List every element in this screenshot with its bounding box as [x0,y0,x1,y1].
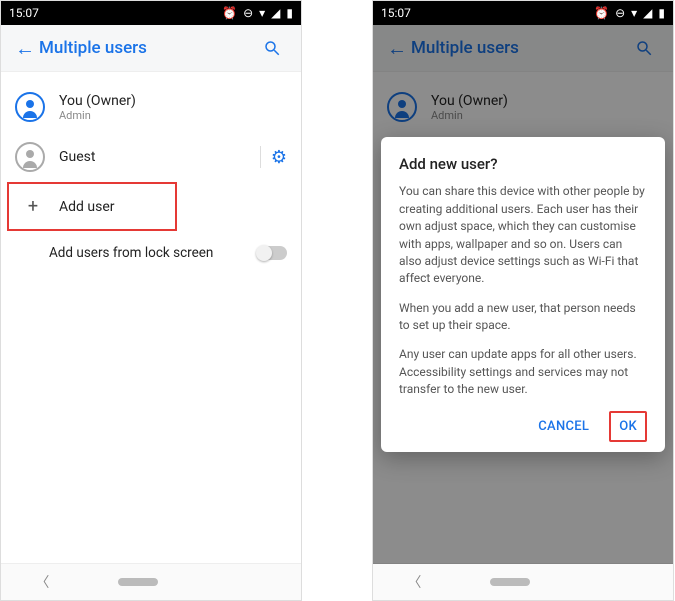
user-row-owner[interactable]: You (Owner) Admin [1,82,301,132]
app-bar: ← Multiple users [1,25,301,72]
dialog-body-3: Any user can update apps for all other u… [399,346,647,398]
wifi-icon: ▾ [631,6,637,20]
phone-right: 15:07 ⏰ ⊖ ▾ ◢ ▮ ← Multiple users You (Ow… [372,0,674,601]
nav-back-icon[interactable]: 〈 [35,572,49,592]
alarm-icon: ⏰ [222,6,237,20]
dialog-body-1: You can share this device with other peo… [399,183,647,287]
add-user-dialog: Add new user? You can share this device … [381,137,665,451]
nav-back-icon[interactable]: 〈 [407,572,421,592]
avatar-owner-icon [15,92,45,122]
status-time: 15:07 [9,6,39,20]
dialog-body-2: When you add a new user, that person nee… [399,300,647,335]
add-user-label: Add user [59,199,115,215]
ok-button[interactable]: OK [609,411,647,442]
signal-icon: ◢ [271,6,280,20]
status-icons: ⏰ ⊖ ▾ ◢ ▮ [594,6,665,20]
wifi-icon: ▾ [259,6,265,20]
plus-icon: + [23,196,43,217]
dnd-icon: ⊖ [615,6,625,20]
status-icons: ⏰ ⊖ ▾ ◢ ▮ [222,6,293,20]
gear-icon[interactable]: ⚙ [260,146,287,168]
battery-icon: ▮ [286,6,293,20]
owner-role: Admin [59,109,287,122]
nav-home-pill[interactable] [118,578,158,586]
owner-name: You (Owner) [59,93,287,109]
guest-name: Guest [59,149,260,165]
dialog-scrim[interactable]: Add new user? You can share this device … [373,25,673,564]
cancel-button[interactable]: CANCEL [530,413,597,440]
add-from-lock-row[interactable]: Add users from lock screen [1,231,301,275]
status-time: 15:07 [381,6,411,20]
page-title: Multiple users [39,38,263,58]
back-icon[interactable]: ← [11,36,39,61]
add-user-button[interactable]: + Add user [7,182,177,231]
search-icon[interactable] [263,39,291,57]
avatar-guest-icon [15,142,45,172]
content: You (Owner) Admin Guest ⚙ + Add user Add… [1,72,301,563]
dialog-title: Add new user? [399,155,647,173]
status-bar: 15:07 ⏰ ⊖ ▾ ◢ ▮ [373,1,673,25]
phone-left: 15:07 ⏰ ⊖ ▾ ◢ ▮ ← Multiple users You (Ow… [0,0,302,601]
dnd-icon: ⊖ [243,6,253,20]
status-bar: 15:07 ⏰ ⊖ ▾ ◢ ▮ [1,1,301,25]
nav-bar: 〈 [373,563,673,600]
lock-screen-toggle[interactable] [257,246,287,260]
alarm-icon: ⏰ [594,6,609,20]
user-row-guest[interactable]: Guest ⚙ [1,132,301,182]
signal-icon: ◢ [643,6,652,20]
nav-bar: 〈 [1,563,301,600]
battery-icon: ▮ [658,6,665,20]
add-from-lock-label: Add users from lock screen [49,245,257,261]
nav-home-pill[interactable] [490,578,530,586]
